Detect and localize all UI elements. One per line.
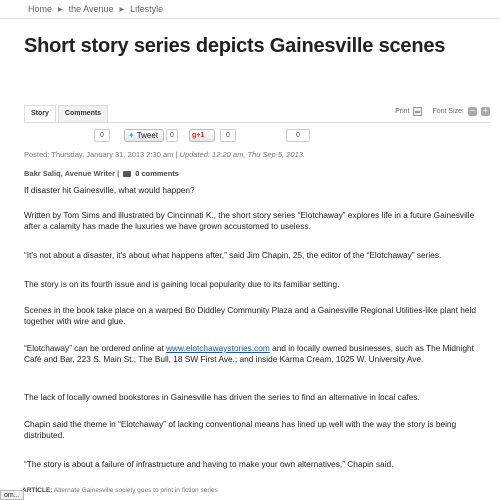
updated-text: Updated: 12:20 am, Thu Sep 5, 2013.	[179, 150, 306, 159]
paragraph: The lack of locally owned bookstores in …	[24, 392, 420, 402]
font-decrease-button[interactable]: −	[468, 107, 477, 116]
chevron-right-icon: ▶	[119, 6, 125, 13]
comments-link[interactable]: 0 comments	[135, 169, 179, 178]
twitter-bird-icon: ✦	[128, 131, 135, 140]
tabs-divider	[24, 122, 490, 123]
author-name[interactable]: Bakr Saliq, Avenue Writer |	[24, 169, 119, 178]
share-count-2: 0	[286, 129, 310, 142]
comment-bubble-icon	[123, 170, 132, 177]
print-icon[interactable]	[413, 107, 423, 116]
posted-text: Posted: Thursday, January 31, 2013 2:30 …	[24, 150, 178, 159]
related-article[interactable]: ARTICLE: Alternate Gainesville society g…	[22, 487, 218, 494]
elotchaway-website-link[interactable]: www.elotchawaystories.com	[166, 343, 270, 353]
paragraph: If disaster hit Gainesville, what would …	[24, 185, 195, 195]
tab-comments[interactable]: Comments	[57, 105, 109, 123]
paragraph: Written by Tom Sims and illustrated by C…	[24, 210, 475, 231]
related-article-label: ARTICLE:	[22, 487, 53, 494]
print-link[interactable]: Print	[395, 108, 409, 115]
breadcrumb-divider	[0, 18, 500, 19]
gplus-count: 0	[220, 129, 236, 142]
posted-date: Posted: Thursday, January 31, 2013 2:30 …	[24, 150, 305, 159]
font-size-label: Font Size:	[432, 108, 464, 115]
related-article-title: Alternate Gainesville society goes to pr…	[53, 487, 218, 494]
paragraph: “It's not about a disaster, it's about w…	[24, 250, 442, 260]
breadcrumb-the-avenue[interactable]: the Avenue	[69, 4, 114, 14]
status-bar-tooltip: om...	[0, 490, 24, 500]
page-title: Short story series depicts Gainesville s…	[24, 35, 446, 57]
social-share-bar: 0 ✦ Tweet 0 g+1 0 0	[24, 129, 324, 145]
paragraph: “The story is about a failure of infrast…	[24, 459, 394, 469]
order-paragraph: “Elotchaway” can be ordered online at ww…	[24, 343, 484, 365]
tweet-label: Tweet	[136, 131, 159, 140]
breadcrumb-home[interactable]: Home	[28, 4, 52, 14]
order-text-before: “Elotchaway” can be ordered online at	[24, 343, 167, 353]
chevron-right-icon: ▶	[58, 6, 63, 13]
gplus-label: +1	[196, 132, 205, 139]
paragraph: The story is on its fourth issue and is …	[24, 279, 340, 289]
breadcrumb: Home ▶ the Avenue ▶ Lifestyle	[28, 2, 163, 16]
article-tools: Print Font Size: − +	[395, 107, 490, 116]
share-count: 0	[94, 129, 110, 142]
article-tabs: Story Comments	[24, 105, 109, 123]
font-increase-button[interactable]: +	[481, 107, 490, 116]
breadcrumb-lifestyle[interactable]: Lifestyle	[130, 4, 163, 14]
tweet-count: 0	[166, 129, 178, 142]
byline: Bakr Saliq, Avenue Writer | 0 comments	[24, 169, 179, 178]
paragraph: Chapin said the theme in “Elotchaway” of…	[24, 419, 457, 440]
tab-story[interactable]: Story	[24, 105, 56, 123]
google-plus-button[interactable]: g+1	[189, 129, 215, 142]
tweet-button[interactable]: ✦ Tweet	[124, 129, 164, 142]
paragraph: Scenes in the book take place on a warpe…	[24, 305, 476, 326]
